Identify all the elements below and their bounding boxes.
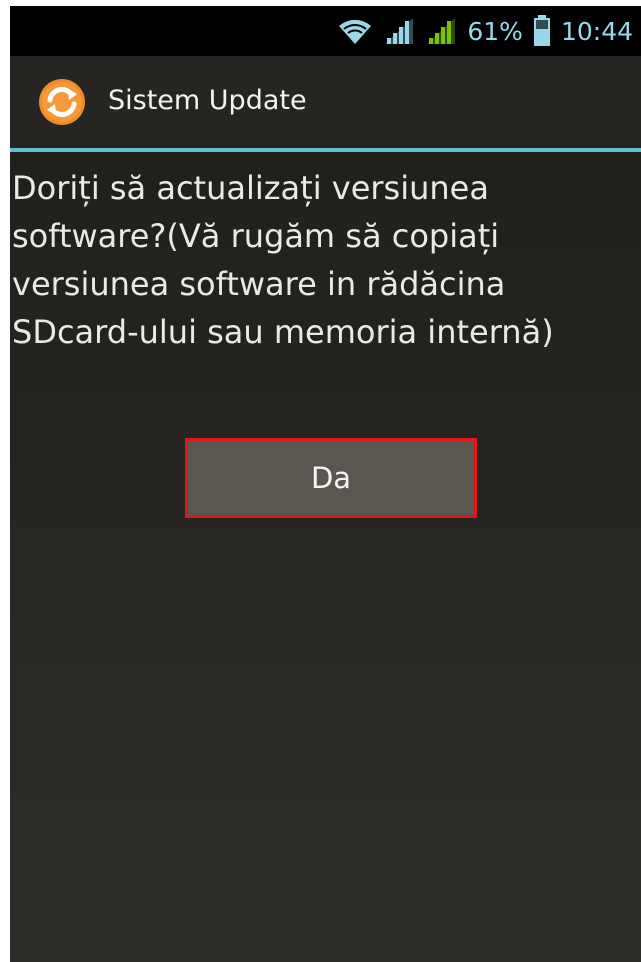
title-divider	[10, 148, 641, 152]
app-title: Sistem Update	[108, 85, 307, 116]
battery-icon	[533, 15, 551, 47]
update-prompt-message: Doriți să actualizați versiunea software…	[12, 169, 554, 351]
status-icons: 61% 10:44	[337, 6, 633, 56]
battery-percent: 61%	[467, 16, 523, 46]
clock-time: 10:44	[560, 16, 633, 46]
title-bar: Sistem Update	[10, 56, 641, 148]
sync-icon	[38, 78, 86, 126]
status-bar: 61% 10:44	[10, 6, 641, 56]
wifi-icon	[337, 16, 373, 46]
signal-icon	[425, 16, 457, 46]
signal-icon	[383, 16, 415, 46]
phone-screen: 61% 10:44 Sistem Update Doriți să actual…	[10, 6, 641, 962]
yes-button[interactable]: Da	[188, 441, 474, 515]
